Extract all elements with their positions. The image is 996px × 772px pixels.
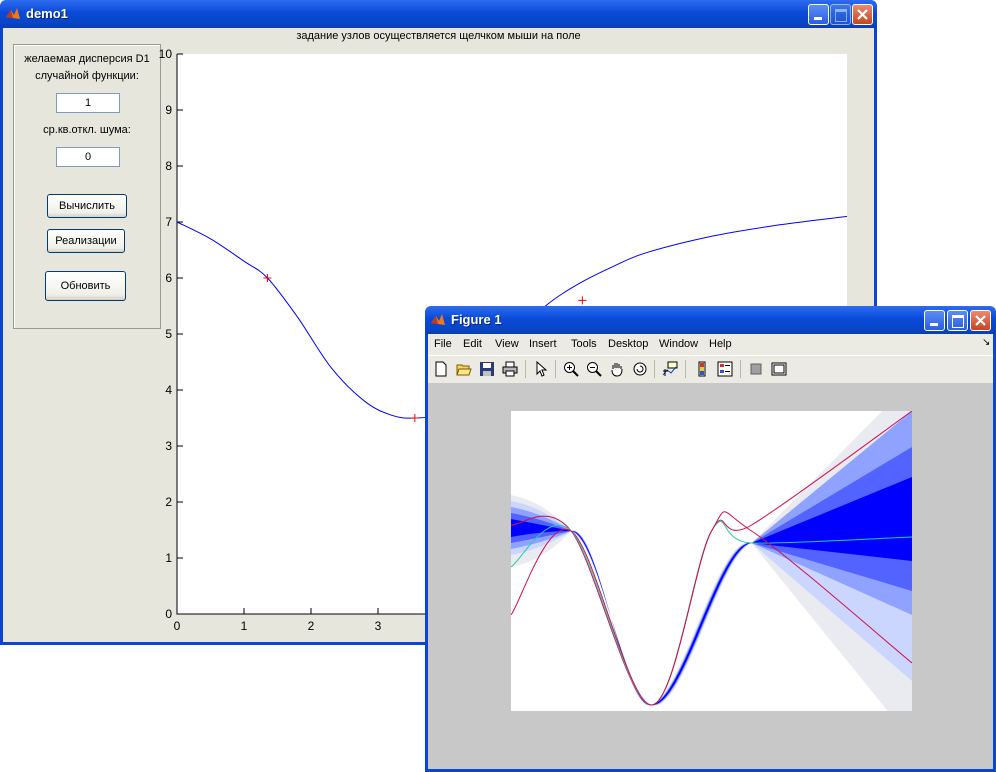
realizations-plot[interactable] — [511, 411, 912, 711]
hide-plot-tools-icon[interactable] — [748, 361, 764, 377]
figure-canvas — [428, 383, 993, 769]
legend-icon[interactable] — [717, 361, 733, 377]
zoom-in-icon[interactable] — [563, 361, 579, 377]
y-tick-label: 0 — [165, 607, 172, 621]
y-tick-label: 5 — [165, 327, 172, 341]
save-icon[interactable] — [479, 361, 495, 377]
zoom-out-icon[interactable] — [586, 361, 602, 377]
figure1-titlebar[interactable]: Figure 1 — [425, 306, 996, 334]
figure1-client: File Edit View Insert Tools Desktop Wind… — [428, 334, 993, 769]
colorbar-icon[interactable] — [694, 361, 710, 377]
new-figure-icon[interactable] — [433, 361, 449, 377]
x-tick-label: 0 — [174, 619, 181, 633]
y-tick-label: 4 — [165, 383, 172, 397]
x-tick-label: 3 — [375, 619, 382, 633]
data-cursor-icon[interactable] — [662, 361, 678, 377]
pan-hand-icon[interactable] — [609, 361, 625, 377]
y-tick-label: 3 — [165, 439, 172, 453]
minimize-button[interactable] — [924, 310, 945, 331]
y-tick-label: 1 — [165, 551, 172, 565]
menu-edit[interactable]: Edit — [463, 338, 482, 350]
figure1-window: Figure 1 File Edit View Insert Tools Des… — [425, 306, 996, 772]
menu-file[interactable]: File — [434, 338, 452, 350]
y-tick-label: 10 — [159, 47, 173, 61]
y-tick-label: 7 — [165, 215, 172, 229]
rotate-3d-icon[interactable] — [632, 361, 648, 377]
menu-window[interactable]: Window — [659, 338, 698, 350]
menu-view[interactable]: View — [495, 338, 519, 350]
close-button[interactable] — [970, 310, 991, 331]
print-icon[interactable] — [502, 361, 518, 377]
menu-insert[interactable]: Insert — [529, 338, 557, 350]
x-tick-label: 2 — [308, 619, 315, 633]
x-tick-label: 1 — [241, 619, 248, 633]
figure-toolbar — [428, 355, 993, 384]
matlab-icon — [431, 314, 445, 325]
y-tick-label: 2 — [165, 495, 172, 509]
open-file-icon[interactable] — [456, 361, 472, 377]
pointer-icon[interactable] — [533, 361, 549, 377]
y-tick-label: 8 — [165, 159, 172, 173]
menu-help[interactable]: Help — [709, 338, 732, 350]
y-tick-label: 9 — [165, 103, 172, 117]
close-icon — [975, 315, 986, 326]
show-plot-tools-icon[interactable] — [771, 361, 787, 377]
menu-desktop[interactable]: Desktop — [608, 338, 648, 350]
menubar: File Edit View Insert Tools Desktop Wind… — [428, 334, 993, 355]
menu-tools[interactable]: Tools — [571, 338, 597, 350]
window-title: Figure 1 — [451, 312, 502, 327]
y-tick-label: 6 — [165, 271, 172, 285]
maximize-button[interactable] — [947, 310, 968, 331]
dock-arrow-icon[interactable]: ↘ — [982, 337, 990, 348]
